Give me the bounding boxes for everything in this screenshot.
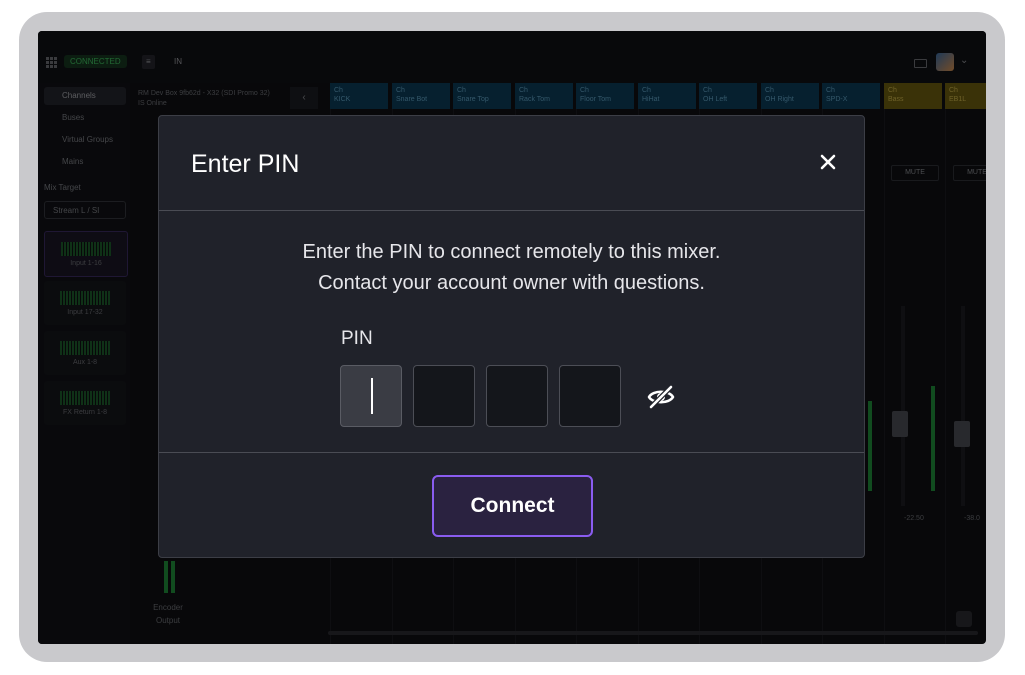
pin-digit-2-input[interactable] [413,365,475,427]
divider [159,452,864,453]
pin-label: PIN [341,328,373,349]
dialog-title: Enter PIN [191,150,300,178]
divider [159,210,864,211]
text-caret [371,378,373,414]
eye-off-icon[interactable] [646,382,676,412]
app-screen: CONNECTED ≡ IN ⌄ Channels Buses Virtual … [38,31,986,644]
close-icon[interactable] [816,150,840,174]
connect-button[interactable]: Connect [432,475,593,537]
dialog-message-line1: Enter the PIN to connect remotely to thi… [302,241,721,263]
pin-digit-3-input[interactable] [486,365,548,427]
dialog-message-line2: Contact your account owner with question… [318,272,705,294]
pin-digit-1-input[interactable] [340,365,402,427]
enter-pin-dialog: Enter PIN Enter the PIN to connect remot… [158,115,865,558]
pin-digit-4-input[interactable] [559,365,621,427]
